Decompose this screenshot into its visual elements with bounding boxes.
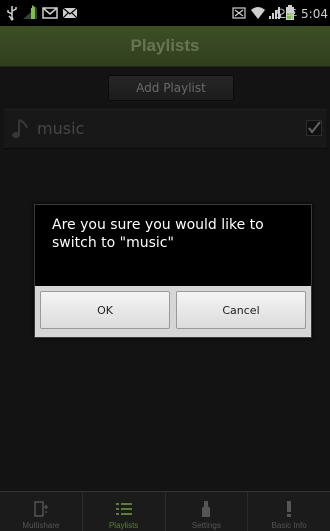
mute-icon (232, 5, 246, 21)
screen: 오후 5:04 Playlists Add Playlist music Are… (0, 0, 330, 531)
dialog-message: Are you sure you would like to switch to… (52, 217, 264, 251)
usb-icon (6, 5, 18, 21)
ok-button[interactable]: OK (40, 291, 170, 329)
tab-label: Playlists (108, 521, 139, 530)
message-icon (62, 5, 78, 21)
signal-green-icon (22, 5, 38, 21)
tab-multishare[interactable]: Multishare (0, 492, 83, 531)
tab-label: Basic Info (271, 521, 307, 530)
wifi-icon (250, 5, 266, 21)
tab-playlists[interactable]: Playlists (83, 492, 166, 531)
status-time: 오후 5:04 (275, 7, 328, 21)
dialog-button-bar: OK Cancel (35, 286, 311, 337)
cancel-button[interactable]: Cancel (176, 291, 306, 329)
mail-icon (42, 5, 58, 21)
confirm-dialog: Are you sure you would like to switch to… (34, 204, 312, 338)
tab-settings[interactable]: Settings (166, 492, 249, 531)
tab-label: Settings (191, 521, 221, 530)
status-bar: 오후 5:04 (0, 0, 330, 26)
basic-info-icon (279, 499, 299, 519)
playlists-icon (114, 499, 134, 519)
bottom-tab-bar: Multishare Playlists Settings Basic Info (0, 491, 330, 531)
multishare-icon (31, 499, 51, 519)
settings-icon (196, 499, 216, 519)
tab-label: Multishare (22, 521, 60, 530)
tab-basic-info[interactable]: Basic Info (248, 492, 330, 531)
